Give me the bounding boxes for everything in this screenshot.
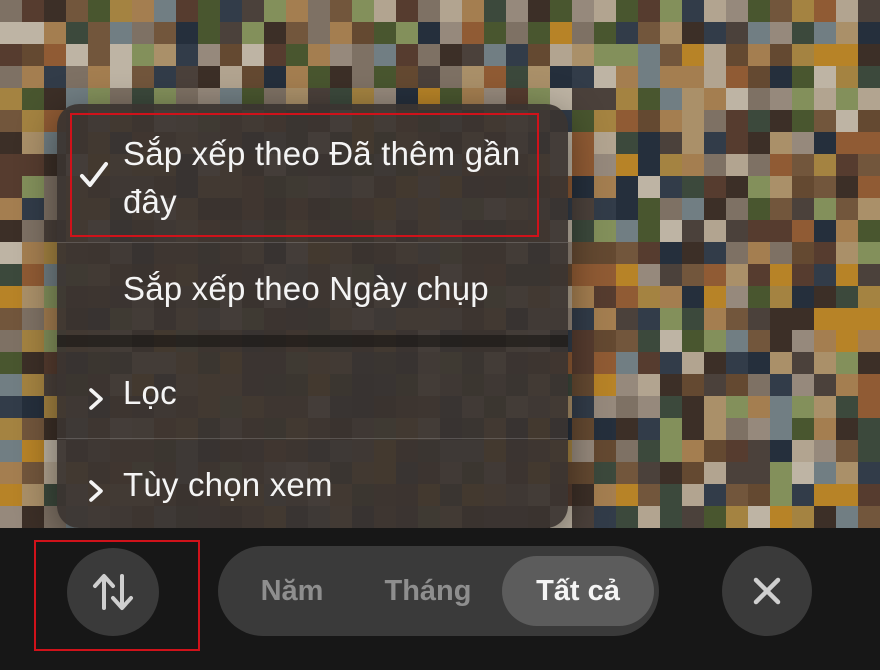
segment-all[interactable]: Tất cả	[502, 556, 654, 626]
highlight-box-menu-item	[70, 113, 539, 237]
menu-item-label: Lọc	[123, 374, 177, 411]
close-button[interactable]	[722, 546, 812, 636]
chevron-right-icon	[85, 381, 107, 410]
menu-item-filter[interactable]: Lọc	[57, 347, 568, 439]
chevron-right-icon	[85, 473, 107, 502]
menu-item-label: Sắp xếp theo Ngày chụp	[123, 270, 489, 307]
menu-item-label: Tùy chọn xem	[123, 466, 333, 503]
time-period-segmented-control: Năm Tháng Tất cả	[218, 546, 659, 636]
menu-item-view-options[interactable]: Tùy chọn xem	[57, 439, 568, 528]
close-x-icon	[753, 577, 781, 605]
highlight-box-sort-button	[34, 540, 200, 651]
segment-month[interactable]: Tháng	[364, 546, 492, 636]
segment-year[interactable]: Năm	[238, 546, 346, 636]
menu-section-divider	[57, 335, 568, 347]
menu-item-sort-date-captured[interactable]: Sắp xếp theo Ngày chụp	[57, 243, 568, 335]
